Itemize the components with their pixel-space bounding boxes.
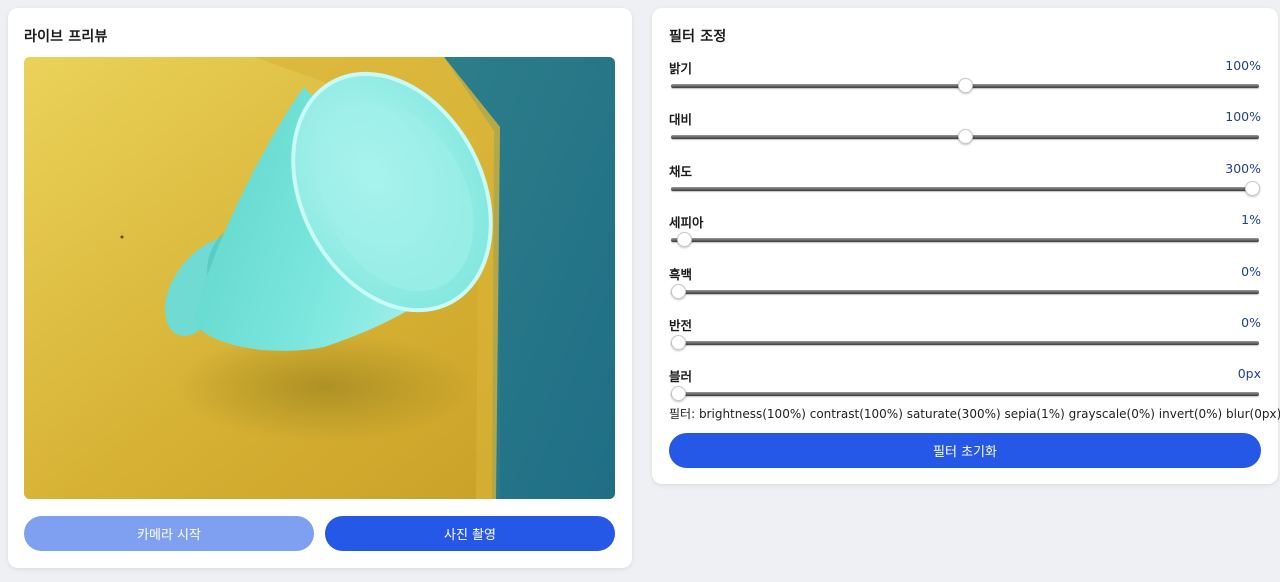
slider-value: 0px xyxy=(1237,366,1261,381)
blur-slider-thumb[interactable] xyxy=(671,386,686,401)
slider-value: 0% xyxy=(1241,315,1261,330)
filter-css-string: 필터: brightness(100%) contrast(100%) satu… xyxy=(669,407,1280,421)
sepia-slider-thumb[interactable] xyxy=(676,232,692,247)
saturation-slider-thumb[interactable] xyxy=(1245,181,1260,196)
invert-slider-row: 반전 0% xyxy=(669,315,1261,351)
slider-label: 세피아 xyxy=(669,215,704,230)
slider-label: 반전 xyxy=(669,318,693,333)
start-camera-button[interactable]: 카메라 시작 xyxy=(24,516,314,551)
slider-label: 채도 xyxy=(669,164,693,179)
filter-title: 필터 조정 xyxy=(669,29,727,45)
grayscale-slider-thumb[interactable] xyxy=(671,284,686,299)
slider-label: 밝기 xyxy=(669,61,693,76)
capture-photo-button[interactable]: 사진 촬영 xyxy=(325,516,615,551)
slider-value: 100% xyxy=(1225,109,1261,124)
live-preview-card: 라이브 프리뷰 카메라 시작 사진 촬영 xyxy=(8,8,632,568)
slider-label: 대비 xyxy=(669,112,693,127)
brightness-slider-thumb[interactable] xyxy=(958,78,973,93)
slider-value: 0% xyxy=(1241,264,1261,279)
slider-value: 100% xyxy=(1225,58,1261,73)
grayscale-slider-row: 흑백 0% xyxy=(669,264,1261,300)
reset-filters-button[interactable]: 필터 초기화 xyxy=(669,433,1261,468)
saturation-slider-row: 채도 300% xyxy=(669,161,1261,197)
slider-label: 흑백 xyxy=(669,267,693,282)
camera-feed-image xyxy=(24,57,615,499)
contrast-slider-thumb[interactable] xyxy=(958,129,973,144)
invert-slider[interactable] xyxy=(671,341,1259,345)
blur-slider-row: 블러 0px xyxy=(669,366,1261,402)
blur-slider[interactable] xyxy=(671,392,1259,396)
invert-slider-thumb[interactable] xyxy=(671,335,686,350)
filter-adjust-card: 필터 조정 밝기 100% 대비 100% 채도 300% 세피아 1% 흑백 … xyxy=(652,8,1280,484)
saturation-slider[interactable] xyxy=(671,187,1259,191)
slider-label: 블러 xyxy=(669,369,693,384)
sepia-slider[interactable] xyxy=(671,238,1259,242)
brightness-slider-row: 밝기 100% xyxy=(669,58,1261,94)
sepia-slider-row: 세피아 1% xyxy=(669,212,1261,248)
slider-value: 1% xyxy=(1241,212,1261,227)
preview-title: 라이브 프리뷰 xyxy=(24,29,108,45)
grayscale-slider[interactable] xyxy=(671,290,1259,294)
camera-preview xyxy=(24,57,615,499)
contrast-slider-row: 대비 100% xyxy=(669,109,1261,145)
slider-value: 300% xyxy=(1225,161,1261,176)
